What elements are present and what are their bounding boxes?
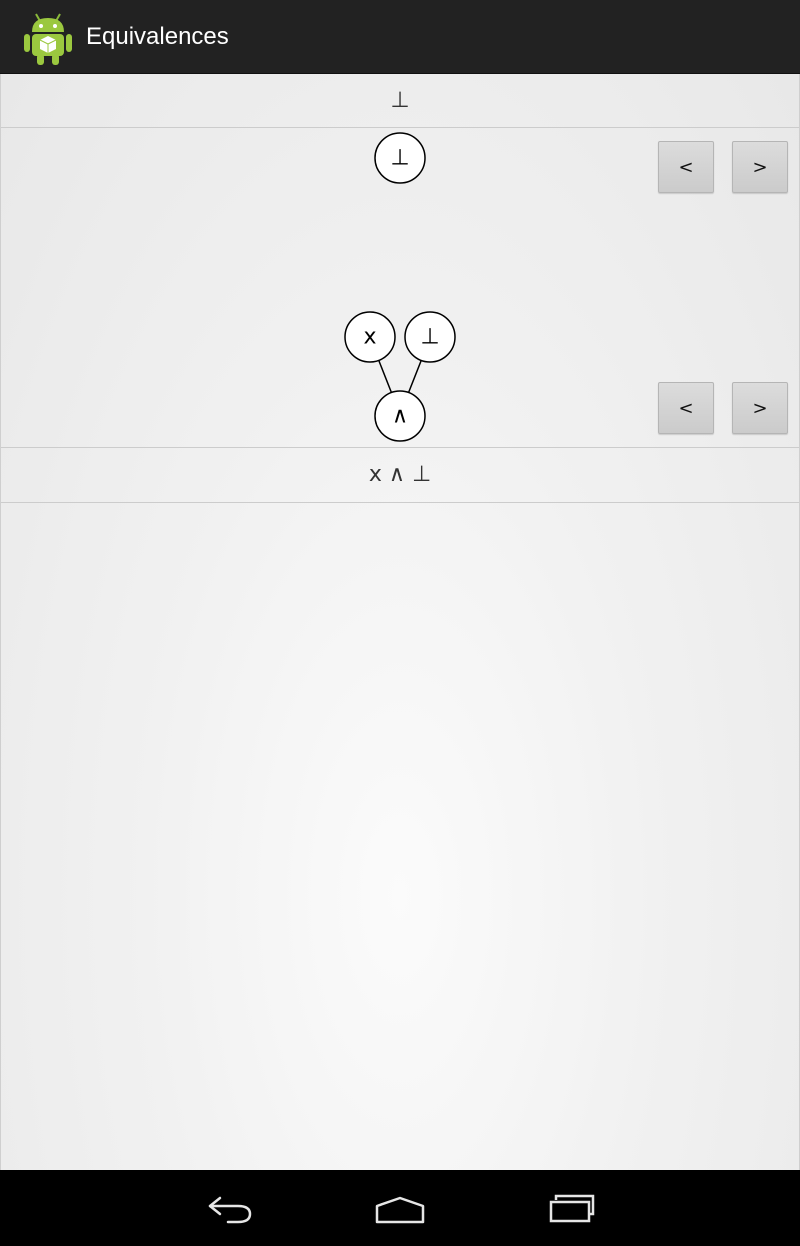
tree-bottom-root-label: ∧ <box>392 404 408 429</box>
bottom-prev-button[interactable]: < <box>658 382 714 434</box>
home-icon[interactable] <box>374 1190 426 1226</box>
tree-bottom-child-right-label: ⊥ <box>420 325 439 350</box>
tree-edge-left <box>378 360 393 395</box>
formula-top: ⊥ <box>1 74 799 128</box>
action-bar: Equivalences <box>0 0 800 74</box>
system-nav-bar <box>0 1170 800 1246</box>
recent-apps-icon[interactable] <box>548 1190 596 1226</box>
tree-bottom-child-right-node[interactable]: ⊥ <box>404 311 456 363</box>
back-icon[interactable] <box>206 1190 254 1226</box>
android-robot-icon[interactable] <box>22 8 74 66</box>
formula-bottom: x ∧ ⊥ <box>1 447 799 503</box>
top-prev-button[interactable]: < <box>658 141 714 193</box>
tree-top-root-label: ⊥ <box>390 146 409 171</box>
tree-top-root-node[interactable]: ⊥ <box>374 132 426 184</box>
tree-bottom-root-node[interactable]: ∧ <box>374 390 426 442</box>
tree-bottom-child-left-label: x <box>363 325 376 350</box>
tree-edge-right <box>407 360 422 395</box>
top-next-button[interactable]: > <box>732 141 788 193</box>
tree-bottom-child-left-node[interactable]: x <box>344 311 396 363</box>
bottom-next-button[interactable]: > <box>732 382 788 434</box>
main-content: ⊥ ⊥ x ⊥ ∧ < > < > x ∧ ⊥ <box>0 74 800 1170</box>
app-title: Equivalences <box>86 23 229 50</box>
